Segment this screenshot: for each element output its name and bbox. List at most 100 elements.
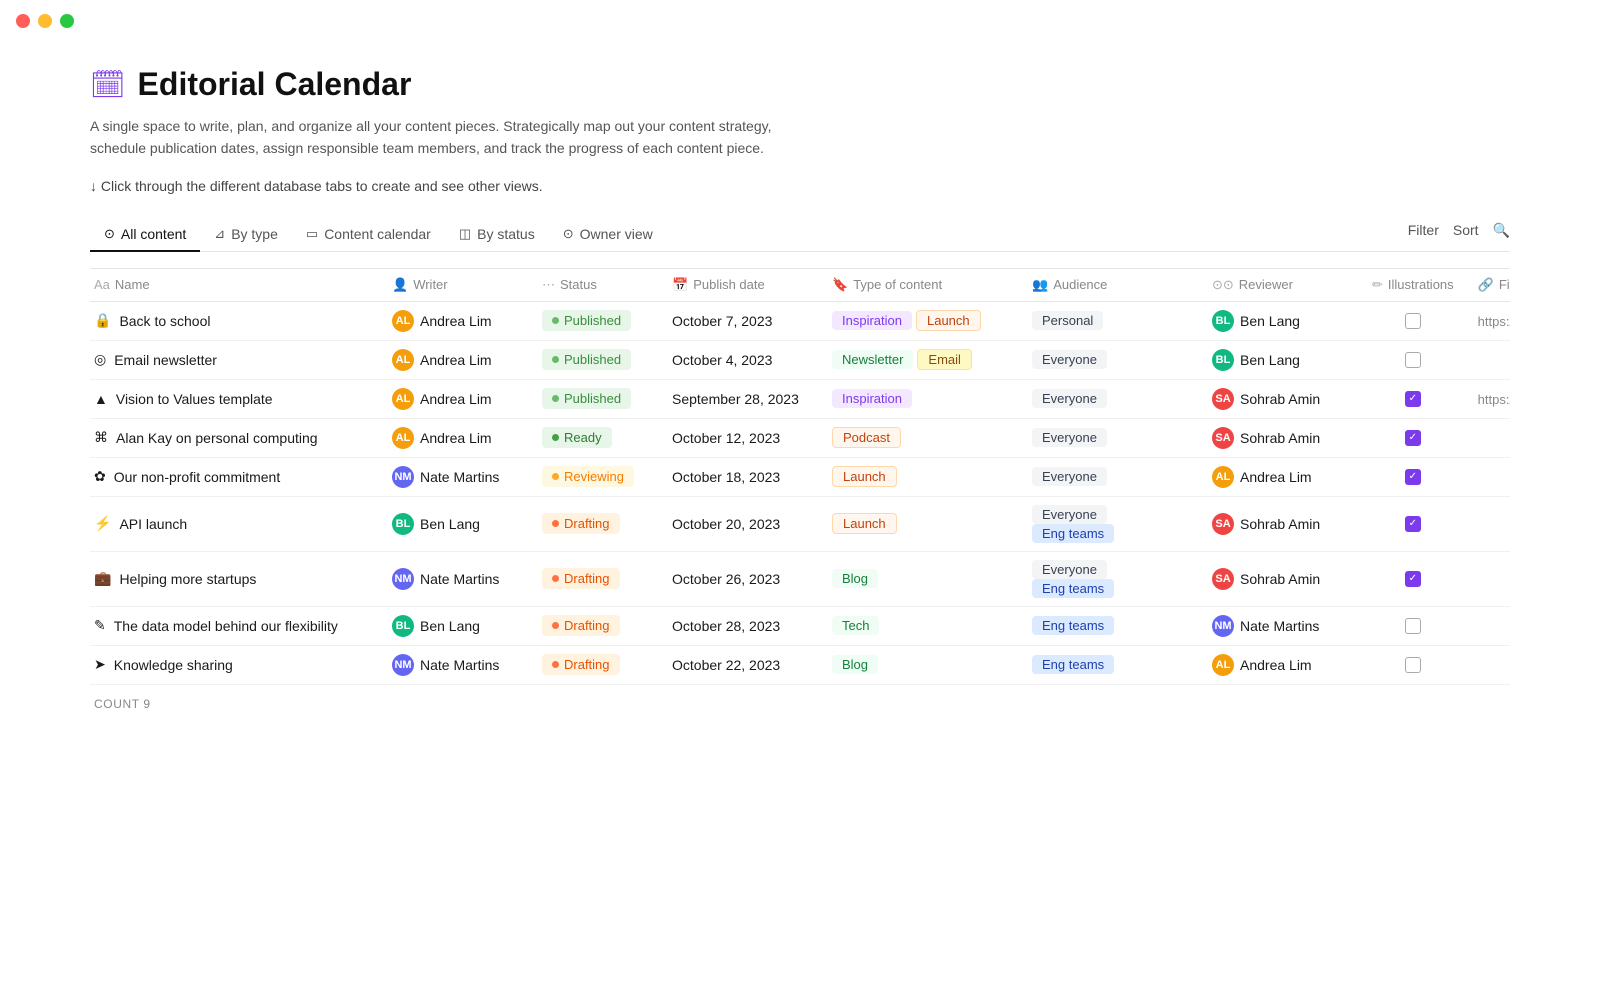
avatar: AL [392, 388, 414, 410]
avatar: AL [392, 427, 414, 449]
publish-date: October 4, 2023 [672, 352, 772, 368]
publish-col-icon: 📅 [672, 277, 688, 293]
col-header-reviewer[interactable]: ⊙⊙ Reviewer [1200, 268, 1360, 301]
illustrations-cell [1360, 301, 1466, 340]
status-label: Drafting [564, 516, 610, 531]
status-badge: Published [542, 388, 631, 409]
writer-name: Nate Martins [420, 657, 499, 673]
illustrations-checkbox[interactable] [1405, 618, 1421, 634]
checkbox-cell [1372, 618, 1454, 634]
writer-cell: NM Nate Martins [380, 457, 530, 496]
col-header-type-of-content[interactable]: 🔖 Type of content [820, 268, 1020, 301]
tab-all-content[interactable]: ⊙ All content [90, 218, 200, 252]
avatar: SA [1212, 513, 1234, 535]
table-row: 🔒 Back to school AL Andrea Lim Published… [90, 301, 1510, 340]
col-header-final[interactable]: 🔗 Final [1466, 268, 1510, 301]
status-dot [552, 395, 559, 402]
type-badge: Blog [832, 569, 878, 588]
illustrations-col-icon: ✏ [1372, 277, 1383, 293]
name-cell[interactable]: 💼 Helping more startups [90, 551, 380, 606]
name-cell[interactable]: ◎ Email newsletter [90, 340, 380, 379]
row-name: Knowledge sharing [114, 657, 233, 673]
avatar: AL [392, 349, 414, 371]
type-cell: Blog [820, 645, 1020, 684]
col-header-audience[interactable]: 👥 Audience [1020, 268, 1200, 301]
illustrations-cell: ✓ [1360, 418, 1466, 457]
illustrations-checkbox[interactable]: ✓ [1405, 469, 1421, 485]
type-cell: Tech [820, 606, 1020, 645]
name-cell[interactable]: ⌘ Alan Kay on personal computing [90, 418, 380, 457]
writer-cell: AL Andrea Lim [380, 340, 530, 379]
audience-badge: Everyone [1032, 389, 1107, 408]
illustrations-checkbox[interactable]: ✓ [1405, 391, 1421, 407]
search-button[interactable]: 🔍 [1493, 222, 1510, 239]
tab-content-calendar[interactable]: ▭ Content calendar [292, 218, 445, 252]
audience-badge: Eng teams [1032, 579, 1114, 598]
type-cell: InspirationLaunch [820, 301, 1020, 340]
reviewer-name: Sohrab Amin [1240, 391, 1320, 407]
illustrations-cell [1360, 340, 1466, 379]
table-row: ➤ Knowledge sharing NM Nate Martins Draf… [90, 645, 1510, 684]
row-icon: ⚡ [94, 515, 111, 532]
type-badge: Launch [916, 310, 981, 331]
writer-name: Andrea Lim [420, 391, 492, 407]
filter-button[interactable]: Filter [1408, 222, 1439, 238]
page-icon: 🗓 [90, 68, 126, 101]
name-cell[interactable]: ⚡ API launch [90, 496, 380, 551]
name-cell[interactable]: ▲ Vision to Values template [90, 379, 380, 418]
row-icon: 💼 [94, 570, 111, 587]
illustrations-checkbox[interactable] [1405, 352, 1421, 368]
maximize-button[interactable] [60, 14, 74, 28]
name-cell[interactable]: 🔒 Back to school [90, 301, 380, 340]
name-cell[interactable]: ➤ Knowledge sharing [90, 645, 380, 684]
audience-badge: Eng teams [1032, 655, 1114, 674]
audience-cell: Eng teams [1020, 645, 1200, 684]
col-header-illustrations[interactable]: ✏ Illustrations [1360, 268, 1466, 301]
col-header-status[interactable]: ⋯ Status [530, 268, 660, 301]
tab-content-calendar-icon: ▭ [306, 226, 318, 242]
row-name: API launch [119, 516, 187, 532]
name-cell[interactable]: ✎ The data model behind our flexibility [90, 606, 380, 645]
table-row: ▲ Vision to Values template AL Andrea Li… [90, 379, 1510, 418]
status-badge: Published [542, 310, 631, 331]
illustrations-checkbox[interactable]: ✓ [1405, 430, 1421, 446]
main-content: 🗓 Editorial Calendar A single space to w… [0, 42, 1600, 763]
status-label: Reviewing [564, 469, 624, 484]
row-icon: ➤ [94, 656, 106, 673]
writer-cell: NM Nate Martins [380, 551, 530, 606]
audience-col-icon: 👥 [1032, 277, 1048, 293]
tab-by-status[interactable]: ◫ By status [445, 218, 549, 252]
col-header-publish-date[interactable]: 📅 Publish date [660, 268, 820, 301]
final-cell [1466, 496, 1510, 551]
illustrations-checkbox[interactable] [1405, 313, 1421, 329]
writer-name: Andrea Lim [420, 313, 492, 329]
reviewer-name: Sohrab Amin [1240, 571, 1320, 587]
minimize-button[interactable] [38, 14, 52, 28]
illustrations-checkbox[interactable]: ✓ [1405, 516, 1421, 532]
publish-date: October 18, 2023 [672, 469, 780, 485]
illustrations-checkbox[interactable] [1405, 657, 1421, 673]
reviewer-cell: BL Ben Lang [1200, 301, 1360, 340]
reviewer-name: Andrea Lim [1240, 657, 1312, 673]
col-header-writer[interactable]: 👤 Writer [380, 268, 530, 301]
row-icon: ✎ [94, 617, 106, 634]
status-label: Published [564, 352, 621, 367]
avatar: SA [1212, 388, 1234, 410]
illustrations-checkbox[interactable]: ✓ [1405, 571, 1421, 587]
tab-by-type[interactable]: ⊿ By type [200, 218, 292, 252]
type-badge: Inspiration [832, 389, 912, 408]
status-cell: Ready [530, 418, 660, 457]
table-row: 💼 Helping more startups NM Nate Martins … [90, 551, 1510, 606]
col-header-name[interactable]: Aa Name [90, 268, 380, 301]
final-cell [1466, 418, 1510, 457]
search-icon: 🔍 [1493, 222, 1510, 239]
status-badge: Drafting [542, 568, 620, 589]
reviewer-name: Ben Lang [1240, 313, 1300, 329]
audience-cell: Everyone [1020, 340, 1200, 379]
sort-button[interactable]: Sort [1453, 222, 1479, 238]
name-cell[interactable]: ✿ Our non-profit commitment [90, 457, 380, 496]
tab-owner-view[interactable]: ⊙ Owner view [549, 218, 667, 252]
checkbox-cell: ✓ [1372, 571, 1454, 587]
close-button[interactable] [16, 14, 30, 28]
reviewer-cell: SA Sohrab Amin [1200, 551, 1360, 606]
